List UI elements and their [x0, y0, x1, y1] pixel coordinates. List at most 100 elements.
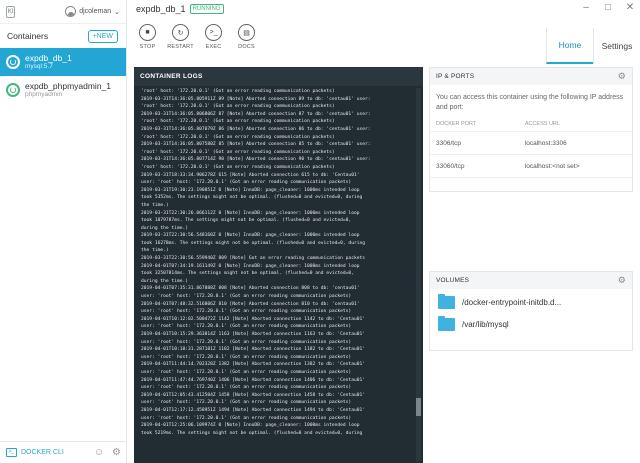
log-line: 2019-04-01T12:25:06.109974Z 0 [Note] Inn… — [141, 423, 360, 429]
column-header-access-url: ACCESS URL — [518, 119, 632, 132]
sidebar: KI djcoleman ⌄ Containers +NEW expdb_db_… — [0, 0, 127, 463]
log-line: 2019-04-01T12:05:43.412504Z 1458 [Note] … — [141, 392, 366, 398]
log-line: during the time.) — [141, 225, 189, 231]
log-line: took 1079787ms. The settings might not b… — [141, 218, 352, 224]
ip-ports-heading: IP & PORTS — [436, 73, 475, 80]
volume-item[interactable]: /docker-entrypoint-initdb.d... — [430, 289, 632, 311]
ports-description: You can access this container using the … — [436, 94, 624, 111]
log-line: 2019-03-31T14:36:05.806806Z 87 [Note] Ab… — [141, 111, 371, 117]
stop-label: STOP — [139, 44, 156, 50]
container-logs-panel: CONTAINER LOGS 'root' host: '172.20.0.1'… — [134, 67, 423, 463]
container-title: expdb_db_1 — [136, 4, 186, 14]
log-line: user: 'root' host: '172.20.0.1' (Got an … — [141, 415, 352, 421]
container-header: expdb_db_1 RUNNING ■ STOP ↻ RESTART >_ E… — [128, 0, 640, 64]
container-name: expdb_db_1 — [25, 53, 72, 63]
log-line: 'root' host: '172.20.0.1' (Got an error … — [141, 119, 335, 125]
log-line: user: 'root' host: '172.20.0.1' (Got an … — [141, 324, 352, 330]
docker-cli-button[interactable]: >_ DOCKER CLI — [6, 448, 64, 457]
log-output: 'root' host: '172.20.0.1' (Got an error … — [134, 86, 423, 437]
log-line: 'root' host: '172.20.0.1' (Got an error … — [141, 104, 335, 110]
log-line: user: 'root' host: '172.20.0.1' (Got an … — [141, 180, 352, 186]
log-line: 2019-04-01T10:18:31.287181Z 1182 [Note] … — [141, 347, 366, 353]
tab-home[interactable]: Home — [546, 28, 593, 64]
ip-ports-panel: IP & PORTS ⚙ You can access this contain… — [429, 67, 633, 192]
log-line: during the time.) — [141, 278, 189, 284]
restart-label: RESTART — [167, 44, 194, 50]
log-line: user: 'root' host: '172.20.0.1' (Got an … — [141, 339, 352, 345]
docker-cli-label: DOCKER CLI — [21, 449, 64, 456]
folder-icon — [438, 316, 455, 331]
feedback-icon[interactable]: ☺ — [94, 447, 104, 458]
docs-icon: ▤ — [238, 24, 255, 41]
log-line: 2019-04-01T11:47:44.769740Z 1406 [Note] … — [141, 377, 366, 383]
exec-label: EXEC — [205, 44, 222, 50]
docker-port: 33060/tcp — [430, 154, 519, 178]
detail-tabs: Home Settings — [546, 28, 640, 64]
user-avatar-icon — [65, 6, 77, 17]
log-line: the time.) — [141, 248, 169, 254]
access-url-link[interactable]: localhost:<not set> — [518, 154, 632, 178]
log-line: 2019-03-31T22:30:56.548160Z 0 [Note] Inn… — [141, 233, 360, 239]
volumes-panel: VOLUMES ⚙ /docker-entrypoint-initdb.d...… — [429, 271, 633, 351]
log-line: 2019-03-31T14:36:05.807714Z 90 [Note] Ab… — [141, 157, 371, 163]
ports-table: DOCKER PORT ACCESS URL 3306/tcp localhos… — [430, 119, 632, 178]
log-line: took 16278ms. The settings might not be … — [141, 240, 366, 246]
log-line: 2019-04-01T07:48:32.516806Z 810 [Note] A… — [141, 301, 360, 307]
chevron-down-icon: ⌄ — [114, 8, 120, 16]
gear-icon[interactable]: ⚙ — [112, 447, 121, 458]
log-line: took 5352ms. The settings might not be o… — [141, 195, 363, 201]
logs-scrollbar[interactable] — [416, 88, 421, 461]
volume-item[interactable]: /var/lib/mysql — [430, 311, 632, 333]
docs-button[interactable]: ▤ DOCS — [233, 24, 260, 50]
log-line: 2019-04-01T10:12:02.500472Z 1142 [Note] … — [141, 316, 366, 322]
container-logs-heading: CONTAINER LOGS — [134, 67, 423, 86]
log-line: 2019-03-31T14:36:05.805911Z 89 [Note] Ab… — [141, 96, 371, 102]
log-line: 2019-03-31T22:30:56.559940Z 809 [Note] G… — [141, 256, 366, 262]
username: djcoleman — [79, 8, 112, 15]
log-line: took 5219ms. The settings might not be o… — [141, 430, 363, 436]
status-badge: RUNNING — [189, 4, 224, 14]
kitematic-logo-icon: KI — [6, 5, 16, 18]
container-running-icon — [6, 55, 20, 69]
log-line: 2019-04-01T11:44:14.702328Z 1382 [Note] … — [141, 362, 366, 368]
log-line: 2019-04-01T10:15:29.363814Z 1163 [Note] … — [141, 332, 366, 337]
log-line: user: 'root' host: '172.20.0.1' (Got an … — [141, 385, 352, 391]
log-line: 2019-04-01T07:35:31.867888Z 808 [Note] A… — [141, 286, 360, 292]
restart-icon: ↻ — [172, 24, 189, 41]
docker-port: 3306/tcp — [430, 131, 519, 155]
volume-path: /docker-entrypoint-initdb.d... — [462, 298, 562, 307]
tab-settings[interactable]: Settings — [593, 28, 640, 64]
docs-label: DOCS — [238, 44, 255, 50]
new-container-button[interactable]: +NEW — [87, 29, 118, 43]
container-image: phpmyadmin — [25, 91, 63, 98]
scrollbar-thumb[interactable] — [416, 398, 421, 416]
container-item-expdb-phpmyadmin-1[interactable]: expdb_phpmyadmin_1 phpmyadmin — [0, 76, 126, 104]
log-line: 2019-03-31T18:33:34.906278Z 615 [Note] A… — [141, 172, 360, 178]
log-line: 2019-03-31T19:30:23.190851Z 0 [Note] Inn… — [141, 187, 360, 193]
log-line: 2019-03-31T14:36:05.807580Z 85 [Note] Ab… — [141, 142, 371, 148]
terminal-icon: >_ — [6, 448, 17, 457]
log-line: the time.) — [141, 202, 169, 208]
terminal-icon: >_ — [205, 24, 222, 41]
table-row: 33060/tcp localhost:<not set> — [430, 154, 632, 178]
log-line: 'root' host: '172.20.0.1' (Got an error … — [141, 89, 335, 94]
stop-button[interactable]: ■ STOP — [134, 24, 161, 50]
container-item-expdb-db-1[interactable]: expdb_db_1 mysql:5.7 — [0, 48, 126, 76]
column-header-docker-port: DOCKER PORT — [430, 119, 519, 132]
user-menu[interactable]: djcoleman ⌄ — [65, 6, 120, 17]
containers-header: Containers +NEW — [0, 24, 126, 48]
action-toolbar: ■ STOP ↻ RESTART >_ EXEC ▤ DOCS — [134, 24, 260, 50]
log-line: 2019-03-31T22:30:26.066112Z 0 [Note] Inn… — [141, 210, 360, 216]
restart-button[interactable]: ↻ RESTART — [167, 24, 194, 50]
log-line: 'root' host: '172.20.0.1' (Got an error … — [141, 134, 335, 140]
log-line: user: 'root' host: '172.20.0.1' (Got an … — [141, 400, 352, 406]
sidebar-top-bar: KI djcoleman ⌄ — [0, 0, 126, 24]
gear-icon[interactable]: ⚙ — [618, 71, 626, 82]
access-url-link[interactable]: localhost:3306 — [518, 131, 632, 155]
gear-icon[interactable]: ⚙ — [618, 275, 626, 286]
log-line: took 32507814ms. The settings might not … — [141, 271, 354, 277]
table-row: 3306/tcp localhost:3306 — [430, 131, 632, 155]
stop-icon: ■ — [139, 24, 156, 41]
exec-button[interactable]: >_ EXEC — [200, 24, 227, 50]
container-image: mysql:5.7 — [25, 63, 53, 70]
